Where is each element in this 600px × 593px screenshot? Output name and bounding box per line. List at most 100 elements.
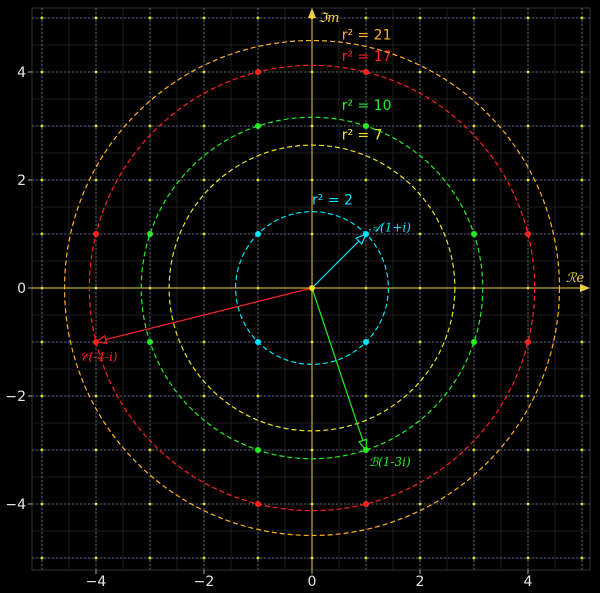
lattice-point: [418, 124, 422, 128]
vector-label-C: 𝒞(-4-i): [80, 350, 118, 364]
x-axis-label: ℛe: [566, 271, 584, 286]
lattice-point: [40, 502, 44, 506]
circle-point-r2-2: [363, 339, 369, 345]
lattice-point: [40, 16, 44, 20]
x-tick-label: 0: [308, 574, 317, 590]
lattice-point: [418, 340, 422, 344]
lattice-point: [364, 178, 368, 182]
origin-point: [309, 285, 315, 291]
y-axis-label: ℑm: [318, 11, 339, 26]
circle-point-r2-10: [363, 123, 369, 129]
circle-point-r2-17: [525, 339, 531, 345]
lattice-point: [202, 556, 206, 560]
circle-point-r2-17: [525, 231, 531, 237]
lattice-point: [472, 16, 476, 20]
complex-plane-chart: ℛe ℑm −4 −2 0 2 4 −4 −2 0 2 4 r² = 2 r² = 7 r² = 10 r² …: [0, 0, 600, 593]
lattice-point: [526, 124, 530, 128]
lattice-point: [364, 394, 368, 398]
lattice-point: [202, 340, 206, 344]
lattice-point: [472, 448, 476, 452]
lattice-point: [94, 556, 98, 560]
lattice-point: [202, 124, 206, 128]
circle-point-r2-17: [363, 501, 369, 507]
lattice-point: [40, 178, 44, 182]
lattice-point: [202, 448, 206, 452]
lattice-point: [202, 232, 206, 236]
lattice-point: [148, 178, 152, 182]
lattice-point: [94, 178, 98, 182]
lattice-point: [418, 556, 422, 560]
circle-label-r2-10: r² = 10: [342, 98, 392, 114]
lattice-point: [418, 448, 422, 452]
circle-point-r2-10: [471, 231, 477, 237]
lattice-point: [148, 448, 152, 452]
lattice-point: [202, 16, 206, 20]
circle-label-r2-7: r² = 7: [342, 128, 383, 144]
lattice-point: [526, 16, 530, 20]
lattice-point: [580, 556, 584, 560]
lattice-point: [202, 70, 206, 74]
lattice-point: [580, 70, 584, 74]
lattice-point: [364, 16, 368, 20]
circle-point-r2-10: [147, 231, 153, 237]
y-tick-label: 0: [17, 281, 26, 297]
lattice-point: [40, 124, 44, 128]
lattice-point: [94, 16, 98, 20]
lattice-point: [148, 124, 152, 128]
lattice-point: [418, 70, 422, 74]
lattice-point: [148, 70, 152, 74]
lattice-point: [94, 502, 98, 506]
lattice-point: [472, 556, 476, 560]
lattice-point: [526, 70, 530, 74]
circle-label-r2-21: r² = 21: [342, 28, 392, 44]
lattice-point: [472, 502, 476, 506]
x-tick-label: 2: [416, 574, 425, 590]
lattice-point: [202, 178, 206, 182]
lattice-point: [580, 394, 584, 398]
circle-point-r2-10: [147, 339, 153, 345]
circle-point-r2-2: [255, 231, 261, 237]
lattice-point: [526, 448, 530, 452]
y-tick-label: 2: [17, 173, 26, 189]
x-tick-label: −2: [194, 574, 215, 590]
lattice-point: [40, 448, 44, 452]
circle-point-r2-17: [93, 231, 99, 237]
y-tick-label: 4: [17, 65, 26, 81]
lattice-point: [526, 178, 530, 182]
lattice-point: [580, 232, 584, 236]
lattice-point: [580, 178, 584, 182]
circle-point-r2-2: [255, 339, 261, 345]
lattice-point: [472, 124, 476, 128]
lattice-point: [40, 556, 44, 560]
lattice-point: [148, 394, 152, 398]
lattice-point: [418, 502, 422, 506]
lattice-point: [580, 16, 584, 20]
circle-label-r2-17: r² = 17: [342, 49, 392, 65]
y-tick-label: −4: [5, 497, 26, 513]
lattice-point: [526, 556, 530, 560]
lattice-point: [472, 70, 476, 74]
lattice-point: [418, 178, 422, 182]
lattice-point: [256, 556, 260, 560]
y-tick-label: −2: [5, 389, 26, 405]
lattice-point: [148, 16, 152, 20]
lattice-point: [94, 394, 98, 398]
lattice-point: [364, 556, 368, 560]
lattice-point: [40, 70, 44, 74]
circle-point-r2-17: [363, 69, 369, 75]
lattice-point: [202, 502, 206, 506]
lattice-point: [94, 70, 98, 74]
lattice-point: [580, 340, 584, 344]
circle-point-r2-17: [255, 69, 261, 75]
circle-point-r2-10: [255, 123, 261, 129]
lattice-point: [418, 394, 422, 398]
vector-label-B: ℬ(1-3i): [369, 455, 411, 469]
lattice-point: [256, 394, 260, 398]
vector-label-A: 𝒜(1+i): [369, 220, 412, 234]
lattice-point: [148, 556, 152, 560]
lattice-point: [526, 502, 530, 506]
lattice-point: [40, 340, 44, 344]
lattice-point: [94, 124, 98, 128]
circle-label-r2-2: r² = 2: [312, 192, 353, 208]
lattice-point: [580, 502, 584, 506]
